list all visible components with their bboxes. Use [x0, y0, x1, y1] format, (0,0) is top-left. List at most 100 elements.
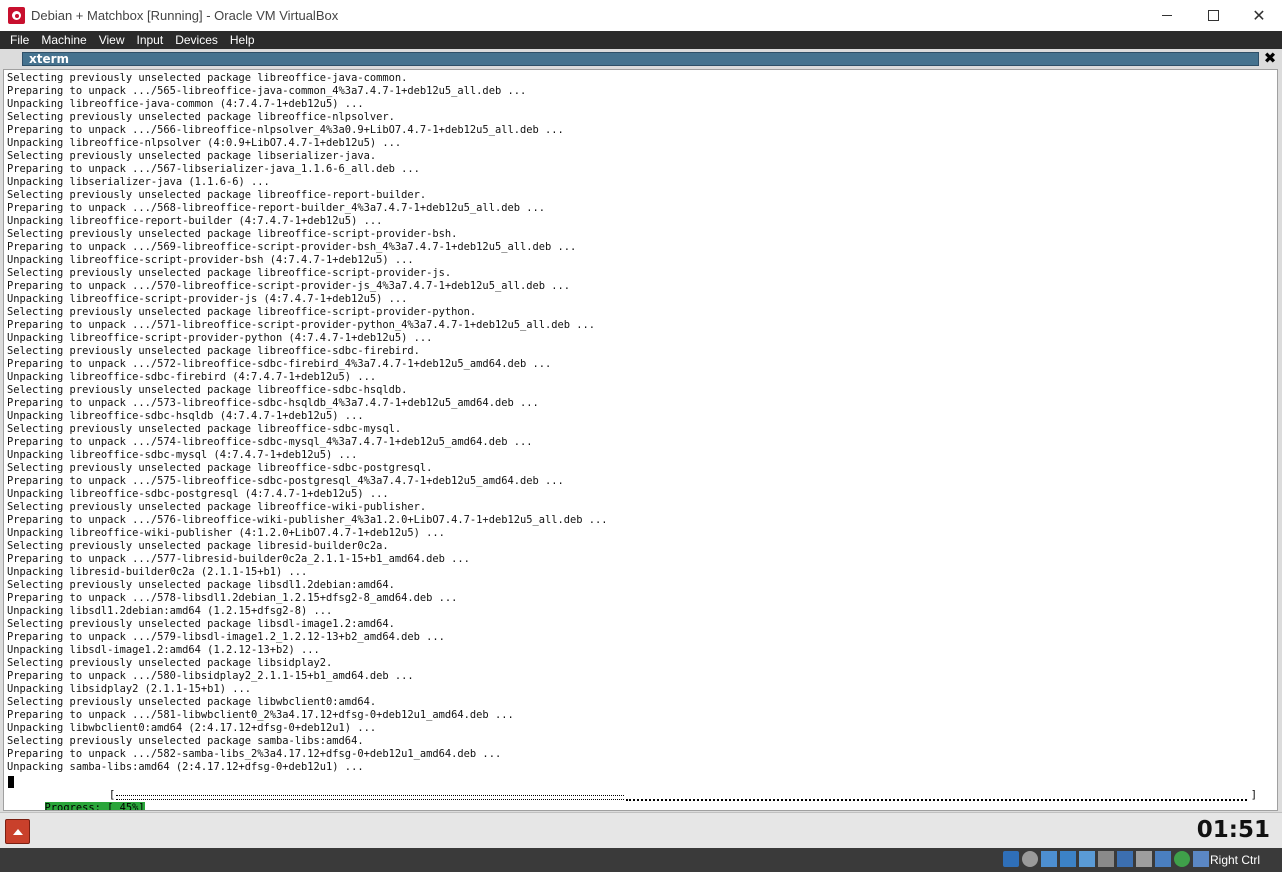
terminal-line: Preparing to unpack .../574-libreoffice-… — [7, 436, 533, 448]
terminal-line: Preparing to unpack .../571-libreoffice-… — [7, 319, 596, 331]
menu-help[interactable]: Help — [224, 31, 261, 49]
terminal-line: Selecting previously unselected package … — [7, 540, 389, 552]
close-window-button[interactable]: ✕ — [1236, 0, 1282, 31]
terminal-line: Preparing to unpack .../573-libreoffice-… — [7, 397, 539, 409]
menu-input[interactable]: Input — [131, 31, 170, 49]
progress-open-bracket: [ — [109, 789, 116, 801]
close-icon: ✖ — [1263, 49, 1277, 67]
terminal-line: Selecting previously unselected package … — [7, 189, 427, 201]
terminal-line: Unpacking samba-libs:amd64 (2:4.17.12+df… — [7, 761, 364, 773]
window-title: Debian + Matchbox [Running] - Oracle VM … — [31, 8, 339, 23]
terminal-line: Unpacking libwbclient0:amd64 (2:4.17.12+… — [7, 722, 377, 734]
arrow-up-icon — [12, 828, 23, 835]
maximize-icon — [1207, 10, 1219, 21]
terminal-line: Preparing to unpack .../569-libreoffice-… — [7, 241, 577, 253]
terminal-line: Unpacking libserializer-java (1.1.6-6) .… — [7, 176, 270, 188]
minimize-icon — [1162, 15, 1172, 16]
terminal-area[interactable]: Selecting previously unselected package … — [3, 69, 1278, 811]
menu-devices[interactable]: Devices — [169, 31, 224, 49]
terminal-line: Selecting previously unselected package … — [7, 462, 433, 474]
progress-remaining — [626, 799, 1247, 801]
terminal-line: Selecting previously unselected package … — [7, 150, 377, 162]
xterm-title-bar[interactable]: xterm — [22, 52, 1259, 66]
hard-disk-icon[interactable] — [1003, 851, 1019, 867]
terminal-line: Preparing to unpack .../581-libwbclient0… — [7, 709, 514, 721]
menu-launcher-button[interactable] — [5, 819, 30, 844]
terminal-line: Unpacking libreoffice-java-common (4:7.4… — [7, 98, 364, 110]
terminal-line: Selecting previously unselected package … — [7, 579, 395, 591]
terminal-line: Unpacking libreoffice-sdbc-hsqldb (4:7.4… — [7, 410, 364, 422]
close-icon: ✕ — [1252, 7, 1266, 25]
menu-machine[interactable]: Machine — [35, 31, 92, 49]
terminal-line: Preparing to unpack .../570-libreoffice-… — [7, 280, 571, 292]
terminal-line: Unpacking libreoffice-script-provider-bs… — [7, 254, 414, 266]
keyboard-icon[interactable] — [1193, 851, 1209, 867]
progress-bar: [ ] — [109, 789, 1257, 802]
terminal-line: Preparing to unpack .../579-libsdl-image… — [7, 631, 445, 643]
terminal-line: Preparing to unpack .../566-libreoffice-… — [7, 124, 564, 136]
optical-disk-icon[interactable] — [1022, 851, 1038, 867]
terminal-line: Unpacking libsidplay2 (2.1.1-15+b1) ... — [7, 683, 251, 695]
terminal-line: Selecting previously unselected package … — [7, 267, 452, 279]
usb-icon[interactable] — [1079, 851, 1095, 867]
panel-clock: 01:51 — [1196, 817, 1270, 843]
window-titlebar: Debian + Matchbox [Running] - Oracle VM … — [0, 0, 1282, 31]
shared-folder-icon[interactable] — [1098, 851, 1114, 867]
terminal-line: Preparing to unpack .../572-libreoffice-… — [7, 358, 552, 370]
terminal-line: Selecting previously unselected package … — [7, 228, 458, 240]
xterm-titlebar: xterm ✖ — [0, 49, 1282, 68]
terminal-line: Unpacking libreoffice-script-provider-py… — [7, 332, 433, 344]
terminal-line: Unpacking libreoffice-report-builder (4:… — [7, 215, 383, 227]
terminal-line: Preparing to unpack .../580-libsidplay2_… — [7, 670, 414, 682]
terminal-line: Selecting previously unselected package … — [7, 111, 395, 123]
terminal-line: Unpacking libsdl1.2debian:amd64 (1.2.15+… — [7, 605, 333, 617]
menu-file[interactable]: File — [0, 31, 35, 49]
terminal-line: Selecting previously unselected package … — [7, 384, 408, 396]
xterm-window-title: xterm — [29, 52, 70, 66]
terminal-line: Selecting previously unselected package … — [7, 618, 395, 630]
guest-screen[interactable]: xterm ✖ Selecting previously unselected … — [0, 49, 1282, 848]
menu-view[interactable]: View — [93, 31, 131, 49]
terminal-line: Selecting previously unselected package … — [7, 345, 420, 357]
terminal-line: Preparing to unpack .../575-libreoffice-… — [7, 475, 564, 487]
menu-bar: File Machine View Input Devices Help — [0, 31, 1282, 49]
terminal-line: Preparing to unpack .../567-libserialize… — [7, 163, 420, 175]
terminal-line: Unpacking libreoffice-script-provider-js… — [7, 293, 408, 305]
network-icon[interactable] — [1060, 851, 1076, 867]
recording-icon[interactable] — [1136, 851, 1152, 867]
terminal-output: Selecting previously unselected package … — [7, 72, 608, 774]
status-icons — [1003, 851, 1209, 867]
terminal-line: Preparing to unpack .../578-libsdl1.2deb… — [7, 592, 458, 604]
terminal-line: Selecting previously unselected package … — [7, 423, 402, 435]
terminal-line: Selecting previously unselected package … — [7, 657, 333, 669]
terminal-line: Selecting previously unselected package … — [7, 501, 427, 513]
virtualization-icon[interactable] — [1155, 851, 1171, 867]
terminal-line: Unpacking libreoffice-sdbc-mysql (4:7.4.… — [7, 449, 358, 461]
progress-row: Progress: [ 45%] [ ] — [7, 789, 1257, 810]
terminal-line: Unpacking libresid-builder0c2a (2.1.1-15… — [7, 566, 308, 578]
terminal-line: Selecting previously unselected package … — [7, 72, 408, 84]
terminal-line: Preparing to unpack .../576-libreoffice-… — [7, 514, 608, 526]
mouse-integration-icon[interactable] — [1174, 851, 1190, 867]
terminal-line: Unpacking libreoffice-wiki-publisher (4:… — [7, 527, 445, 539]
terminal-line: Unpacking libreoffice-nlpsolver (4:0.9+L… — [7, 137, 402, 149]
terminal-line: Selecting previously unselected package … — [7, 735, 364, 747]
matchbox-panel: 01:51 — [0, 812, 1282, 848]
xterm-close-button[interactable]: ✖ — [1263, 50, 1277, 66]
display-icon[interactable] — [1117, 851, 1133, 867]
minimize-button[interactable] — [1144, 0, 1190, 31]
terminal-line: Unpacking libreoffice-sdbc-postgresql (4… — [7, 488, 389, 500]
terminal-line: Preparing to unpack .../577-libresid-bui… — [7, 553, 470, 565]
maximize-button[interactable] — [1190, 0, 1236, 31]
host-key-label: Right Ctrl — [1210, 853, 1261, 867]
audio-icon[interactable] — [1041, 851, 1057, 867]
vm-status-bar: Right Ctrl — [0, 848, 1282, 872]
progress-close-bracket: ] — [1250, 789, 1257, 801]
progress-fill — [116, 795, 624, 800]
terminal-line: Unpacking libreoffice-sdbc-firebird (4:7… — [7, 371, 377, 383]
terminal-line: Selecting previously unselected package … — [7, 306, 477, 318]
virtualbox-app-icon — [8, 7, 25, 24]
terminal-line: Unpacking libsdl-image1.2:amd64 (1.2.12-… — [7, 644, 320, 656]
terminal-line: Preparing to unpack .../582-samba-libs_2… — [7, 748, 502, 760]
terminal-line: Preparing to unpack .../565-libreoffice-… — [7, 85, 527, 97]
